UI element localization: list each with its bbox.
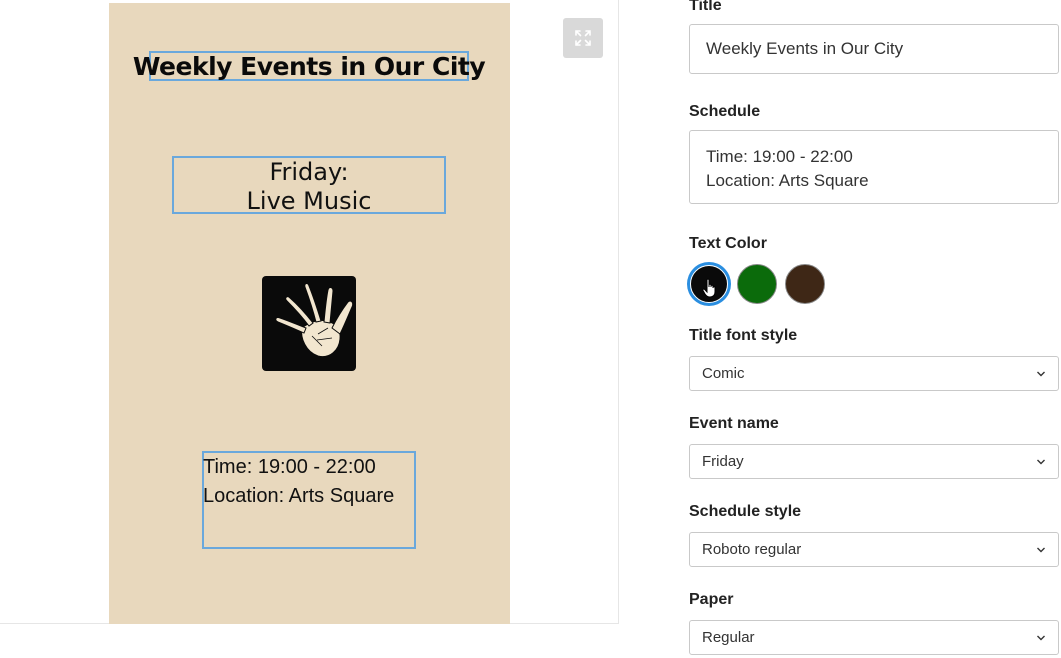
poster-event-day: Friday: bbox=[269, 158, 349, 186]
text-color-label: Text Color bbox=[689, 235, 767, 252]
schedule-style-value: Roboto regular bbox=[702, 541, 802, 558]
poster-event-name[interactable]: Friday: Live Music bbox=[172, 156, 446, 215]
event-name-label: Event name bbox=[689, 415, 779, 432]
schedule-textarea-line2: Location: Arts Square bbox=[706, 171, 869, 190]
paper-value: Regular bbox=[702, 629, 755, 646]
poster-schedule-location: Location: Arts Square bbox=[203, 485, 395, 507]
chevron-down-icon bbox=[1037, 371, 1045, 376]
chevron-down-icon bbox=[1037, 635, 1045, 640]
expand-button[interactable] bbox=[563, 18, 603, 58]
title-font-value: Comic bbox=[702, 365, 745, 382]
poster-title[interactable]: Weekly Events in Our City bbox=[133, 51, 486, 81]
color-swatch-green[interactable] bbox=[737, 264, 777, 304]
poster-schedule-time: Time: 19:00 - 22:00 bbox=[203, 456, 376, 478]
chevron-down-icon bbox=[1037, 459, 1045, 464]
title-label: Title bbox=[689, 0, 722, 14]
event-name-value: Friday bbox=[702, 453, 744, 470]
schedule-textarea-line1: Time: 19:00 - 22:00 bbox=[706, 147, 853, 166]
title-font-label: Title font style bbox=[689, 327, 798, 344]
paper-label: Paper bbox=[689, 591, 734, 608]
title-input[interactable]: Weekly Events in Our City bbox=[689, 24, 1059, 74]
poster-event-activity: Live Music bbox=[246, 187, 372, 215]
hand-print-icon[interactable] bbox=[262, 276, 356, 371]
schedule-label: Schedule bbox=[689, 103, 761, 120]
schedule-textarea[interactable]: Time: 19:00 - 22:00 Location: Arts Squar… bbox=[689, 130, 1059, 204]
preview-panel: Weekly Events in Our City Friday: Live M… bbox=[0, 0, 619, 624]
schedule-style-label: Schedule style bbox=[689, 503, 802, 520]
poster-schedule[interactable]: Time: 19:00 - 22:00 Location: Arts Squar… bbox=[202, 451, 416, 549]
title-font-select[interactable]: Comic bbox=[689, 356, 1059, 391]
event-name-select[interactable]: Friday bbox=[689, 444, 1059, 479]
paper-select[interactable]: Regular bbox=[689, 620, 1059, 655]
schedule-style-select[interactable]: Roboto regular bbox=[689, 532, 1059, 567]
hand-cursor-icon bbox=[702, 278, 716, 298]
chevron-down-icon bbox=[1037, 547, 1045, 552]
color-swatch-brown[interactable] bbox=[785, 264, 825, 304]
expand-icon bbox=[575, 30, 591, 46]
